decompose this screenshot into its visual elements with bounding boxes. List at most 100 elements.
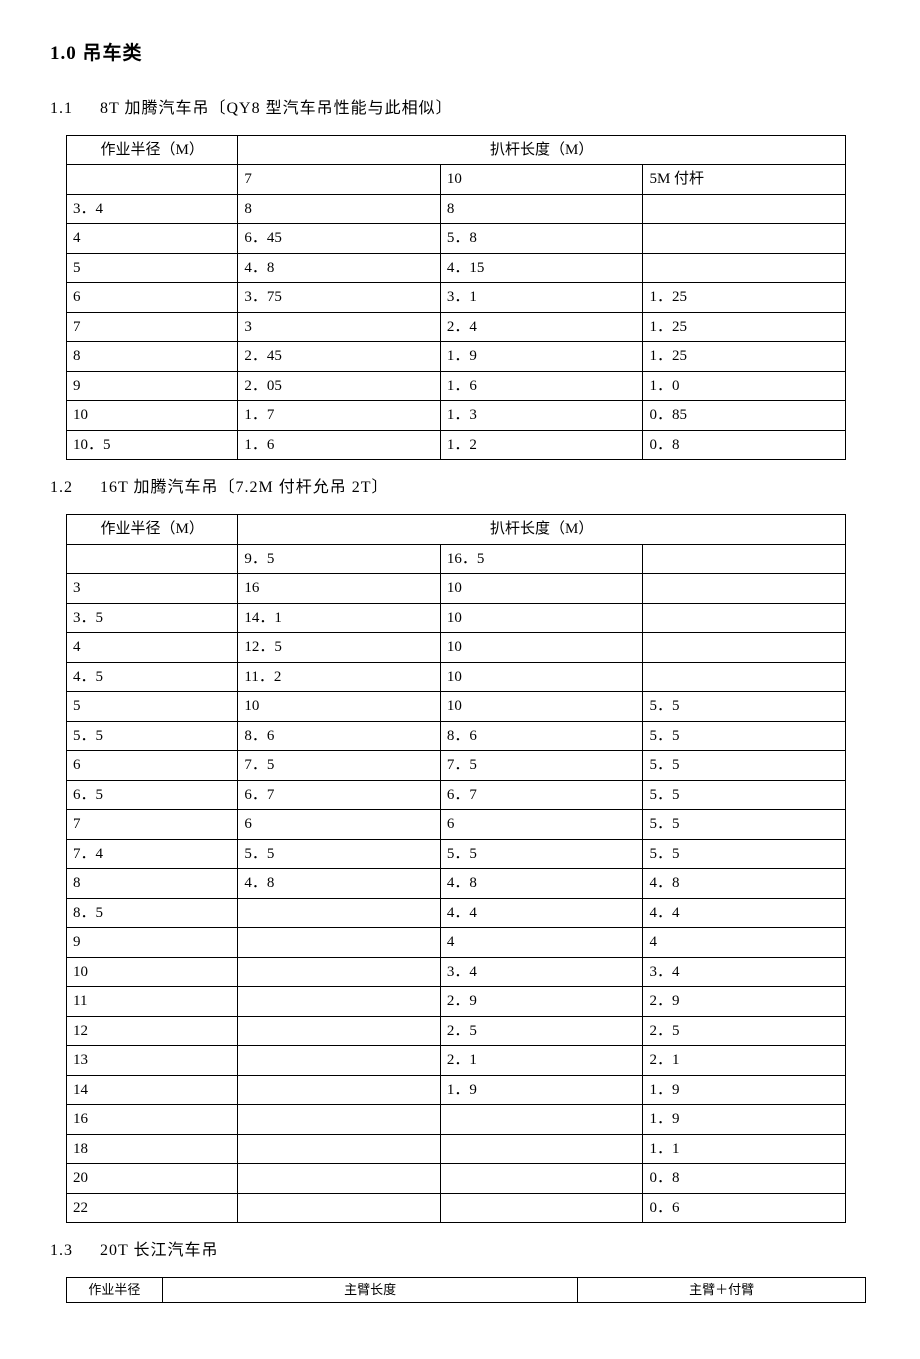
- table-cell: 8．5: [67, 898, 238, 928]
- table-cell: 3．4: [440, 957, 643, 987]
- table-row: 101．71．30．85: [67, 401, 846, 431]
- table-cell: [238, 1164, 441, 1194]
- table-cell: 4．15: [440, 253, 643, 283]
- table-row: 63．753．11．25: [67, 283, 846, 313]
- table-row: 10 3．43．4: [67, 957, 846, 987]
- table-subheader-row: 9．5 16．5: [67, 544, 846, 574]
- table-row: 67．57．55．5: [67, 751, 846, 781]
- col-boom-header: 扒杆长度（M）: [238, 135, 846, 165]
- table-cell: 4: [67, 633, 238, 663]
- heading-section-1: 1.1 8T 加腾汽车吊〔QY8 型汽车吊性能与此相似〕: [50, 97, 870, 121]
- empty-cell: [67, 544, 238, 574]
- table-row: 732．41．25: [67, 312, 846, 342]
- table-cell: 1．7: [238, 401, 441, 431]
- table-subheader-row: 7 10 5M 付杆: [67, 165, 846, 195]
- heading-section-2: 1.2 16T 加腾汽车吊〔7.2M 付杆允吊 2T〕: [50, 476, 870, 500]
- table-cell: 6: [238, 810, 441, 840]
- subhead: 10: [440, 165, 643, 195]
- table-cell: 2．4: [440, 312, 643, 342]
- table-cell: 6: [67, 751, 238, 781]
- table-cell: 0．8: [643, 1164, 846, 1194]
- table-cell: 9: [67, 371, 238, 401]
- table-cell: 10: [238, 692, 441, 722]
- table-cell: 6: [440, 810, 643, 840]
- table-cell: 1．9: [643, 1105, 846, 1135]
- heading-main: 1.0 吊车类: [50, 40, 870, 69]
- table-cell: 13: [67, 1046, 238, 1076]
- section-title: 16T 加腾汽车吊〔7.2M 付杆允吊 2T〕: [100, 479, 389, 496]
- table-cell: 3: [238, 312, 441, 342]
- table-cell: 10: [67, 957, 238, 987]
- table-cell: 2．05: [238, 371, 441, 401]
- table-cell: 4．4: [440, 898, 643, 928]
- table-cell: 10．5: [67, 430, 238, 460]
- table-cell: [238, 1105, 441, 1135]
- col-auxarm-header: 主臂＋付臂: [578, 1278, 866, 1303]
- table-row: 20 0．8: [67, 1164, 846, 1194]
- table-cell: 16: [67, 1105, 238, 1135]
- subhead: 5M 付杆: [643, 165, 846, 195]
- table-cell: 1．3: [440, 401, 643, 431]
- table-cell: 1．25: [643, 283, 846, 313]
- table-cell: 0．85: [643, 401, 846, 431]
- table-cell: 20: [67, 1164, 238, 1194]
- table-row: 54．84．15: [67, 253, 846, 283]
- table-cell: 2．1: [440, 1046, 643, 1076]
- table-cell: 7．5: [238, 751, 441, 781]
- table-cell: 2．9: [440, 987, 643, 1017]
- table-16t: 作业半径（M） 扒杆长度（M） 9．5 16．5 316103．514．1104…: [66, 514, 846, 1223]
- table-cell: 5．5: [440, 839, 643, 869]
- table-cell: 4: [643, 928, 846, 958]
- table-cell: 10: [440, 633, 643, 663]
- table-cell: 3．1: [440, 283, 643, 313]
- table-cell: [238, 898, 441, 928]
- table-cell: [440, 1164, 643, 1194]
- table-cell: 11: [67, 987, 238, 1017]
- table-row: 10．51．61．20．8: [67, 430, 846, 460]
- table-cell: [440, 1193, 643, 1223]
- table-cell: 8: [440, 194, 643, 224]
- table-cell: 4．8: [643, 869, 846, 899]
- table-row: 13 2．12．1: [67, 1046, 846, 1076]
- table-cell: 0．8: [643, 430, 846, 460]
- table-cell: [643, 603, 846, 633]
- table-cell: 1．2: [440, 430, 643, 460]
- table-cell: 4: [67, 224, 238, 254]
- empty-cell: [67, 165, 238, 195]
- table-cell: 4．5: [67, 662, 238, 692]
- table-cell: 9: [67, 928, 238, 958]
- table-cell: 5: [67, 253, 238, 283]
- table-row: 3．488: [67, 194, 846, 224]
- table-cell: 5: [67, 692, 238, 722]
- table-cell: 6．7: [440, 780, 643, 810]
- table-cell: [440, 1134, 643, 1164]
- section-number: 1.2: [50, 476, 73, 500]
- table-cell: 1．6: [238, 430, 441, 460]
- table-cell: 5．5: [238, 839, 441, 869]
- table-row: 16 1．9: [67, 1105, 846, 1135]
- table-cell: 1．0: [643, 371, 846, 401]
- table-row: 122．52．5: [67, 1016, 846, 1046]
- table-row: 7．45．55．55．5: [67, 839, 846, 869]
- table-cell: 5．5: [643, 839, 846, 869]
- table-cell: 6: [67, 283, 238, 313]
- table-row: 944: [67, 928, 846, 958]
- table-cell: 5．5: [643, 721, 846, 751]
- table-cell: 5．5: [643, 751, 846, 781]
- table-cell: 14．1: [238, 603, 441, 633]
- table-cell: 3．4: [643, 957, 846, 987]
- table-cell: [238, 957, 441, 987]
- table-cell: 18: [67, 1134, 238, 1164]
- table-header-row: 作业半径（M） 扒杆长度（M）: [67, 135, 846, 165]
- table-cell: [643, 633, 846, 663]
- table-cell: 7．5: [440, 751, 643, 781]
- table-cell: 10: [440, 574, 643, 604]
- table-row: 112．92．9: [67, 987, 846, 1017]
- table-cell: 2．1: [643, 1046, 846, 1076]
- table-cell: 8: [238, 194, 441, 224]
- table-cell: 10: [440, 692, 643, 722]
- table-row: 84．84．84．8: [67, 869, 846, 899]
- table-header-row: 作业半径（M） 扒杆长度（M）: [67, 515, 846, 545]
- table-cell: 2．5: [440, 1016, 643, 1046]
- table-row: 8．54．44．4: [67, 898, 846, 928]
